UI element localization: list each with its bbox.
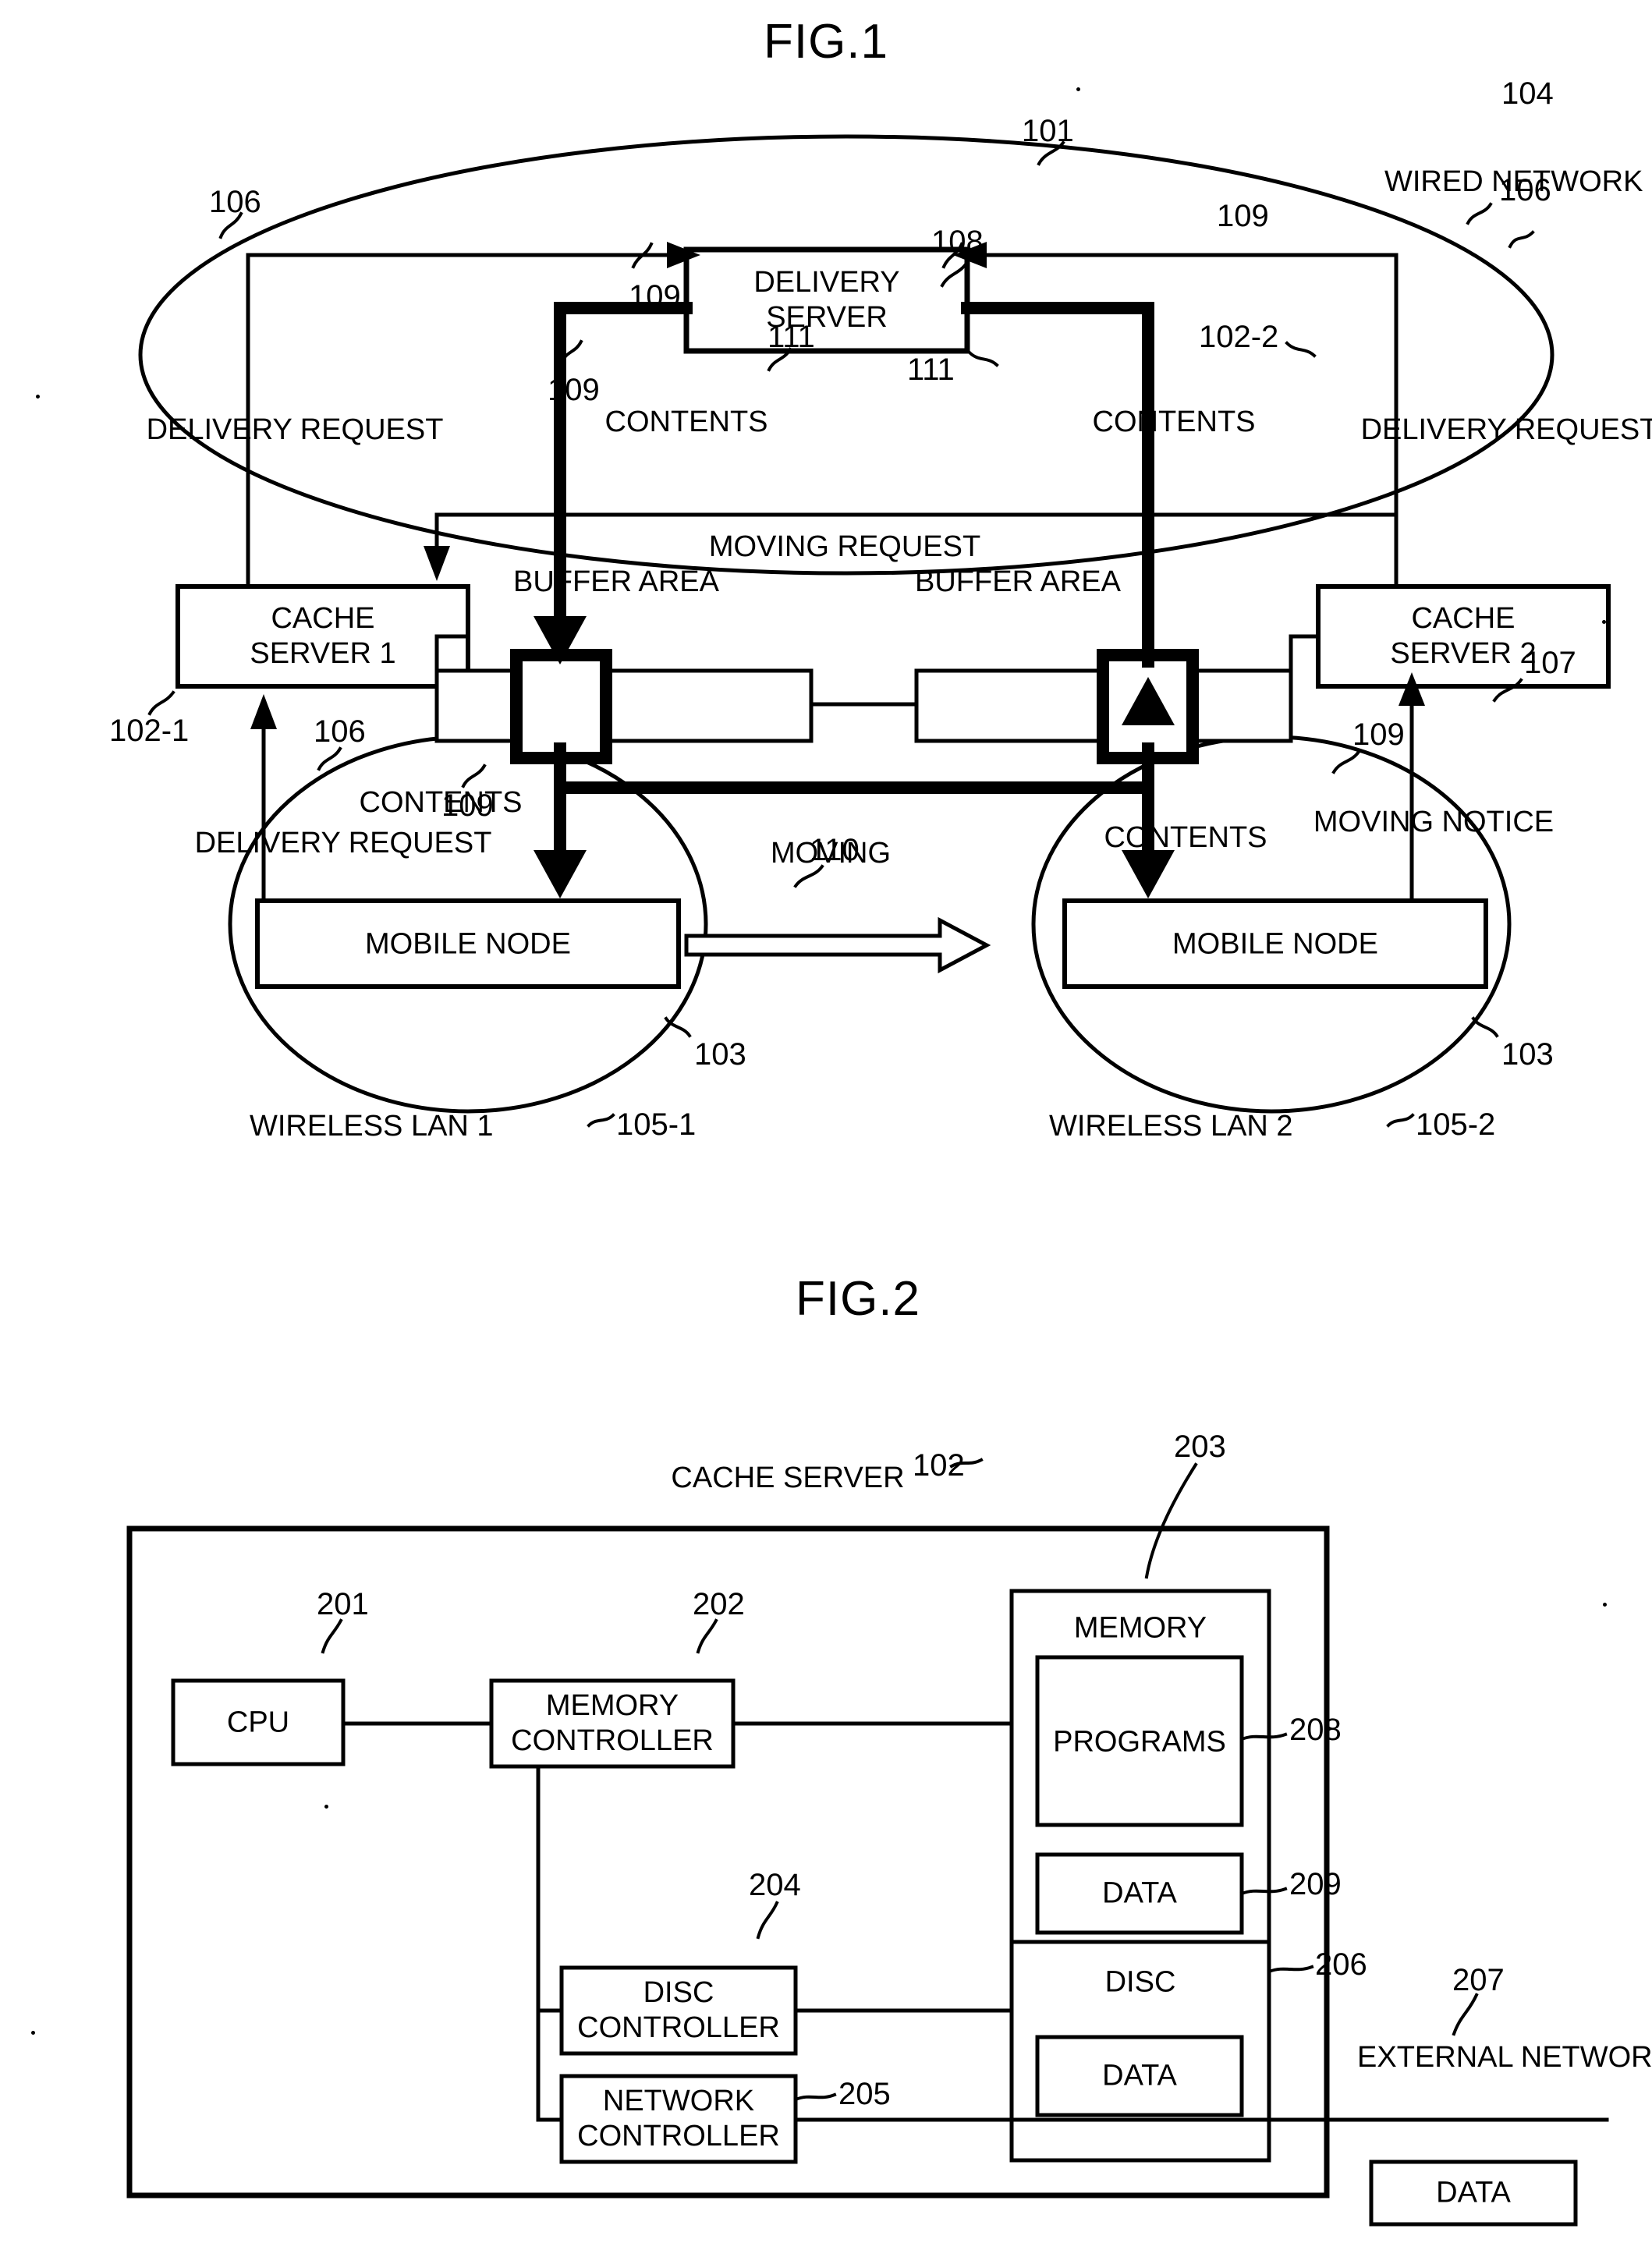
scan-speckle: [324, 1805, 328, 1809]
refnum-209: 209: [1289, 1867, 1342, 1901]
refnum-208: 208: [1289, 1713, 1342, 1747]
refnum-202: 202: [693, 1587, 745, 1621]
memory-controller-label: MEMORY CONTROLLER: [511, 1689, 714, 1757]
refnum-207: 207: [1452, 1963, 1505, 1997]
refnum-204: 204: [749, 1868, 801, 1902]
patent-drawing-page: FIG.1 DELIVERY SERVER CACHE SERVER 1 CAC…: [0, 0, 1652, 2257]
cpu-label: CPU: [226, 1706, 290, 1739]
figure-2-vector: [126, 1458, 1609, 2227]
disc-controller-label: DISC CONTROLLER: [577, 1976, 780, 2044]
network-controller-label: NETWORK CONTROLLER: [577, 2085, 780, 2152]
leader-207: [1452, 1993, 1479, 2036]
refnum-206: 206: [1315, 1947, 1367, 1982]
refnum-102-fig2: 102: [913, 1448, 965, 1483]
scan-speckle: [1076, 87, 1080, 91]
scan-speckle: [1603, 1603, 1607, 1607]
disc-label: DISC: [1104, 1965, 1176, 1999]
external-network-data-label: EXTERNAL NETWORK DATA: [1357, 2041, 1652, 2074]
cache-server-caption: CACHE SERVER: [671, 1462, 905, 1494]
scan-speckle: [36, 395, 40, 399]
refnum-205: 205: [838, 2077, 891, 2111]
external-data-label: DATA: [1436, 2176, 1511, 2209]
refnum-203: 203: [1174, 1430, 1226, 1464]
disc-data-label: DATA: [1102, 2059, 1177, 2092]
memory-label: MEMORY: [1073, 1611, 1207, 1645]
programs-label: PROGRAMS: [1053, 1725, 1226, 1759]
scan-speckle: [1602, 620, 1606, 624]
memory-data-label: DATA: [1102, 1876, 1177, 1910]
refnum-201: 201: [317, 1587, 369, 1621]
scan-speckle: [31, 2031, 35, 2035]
